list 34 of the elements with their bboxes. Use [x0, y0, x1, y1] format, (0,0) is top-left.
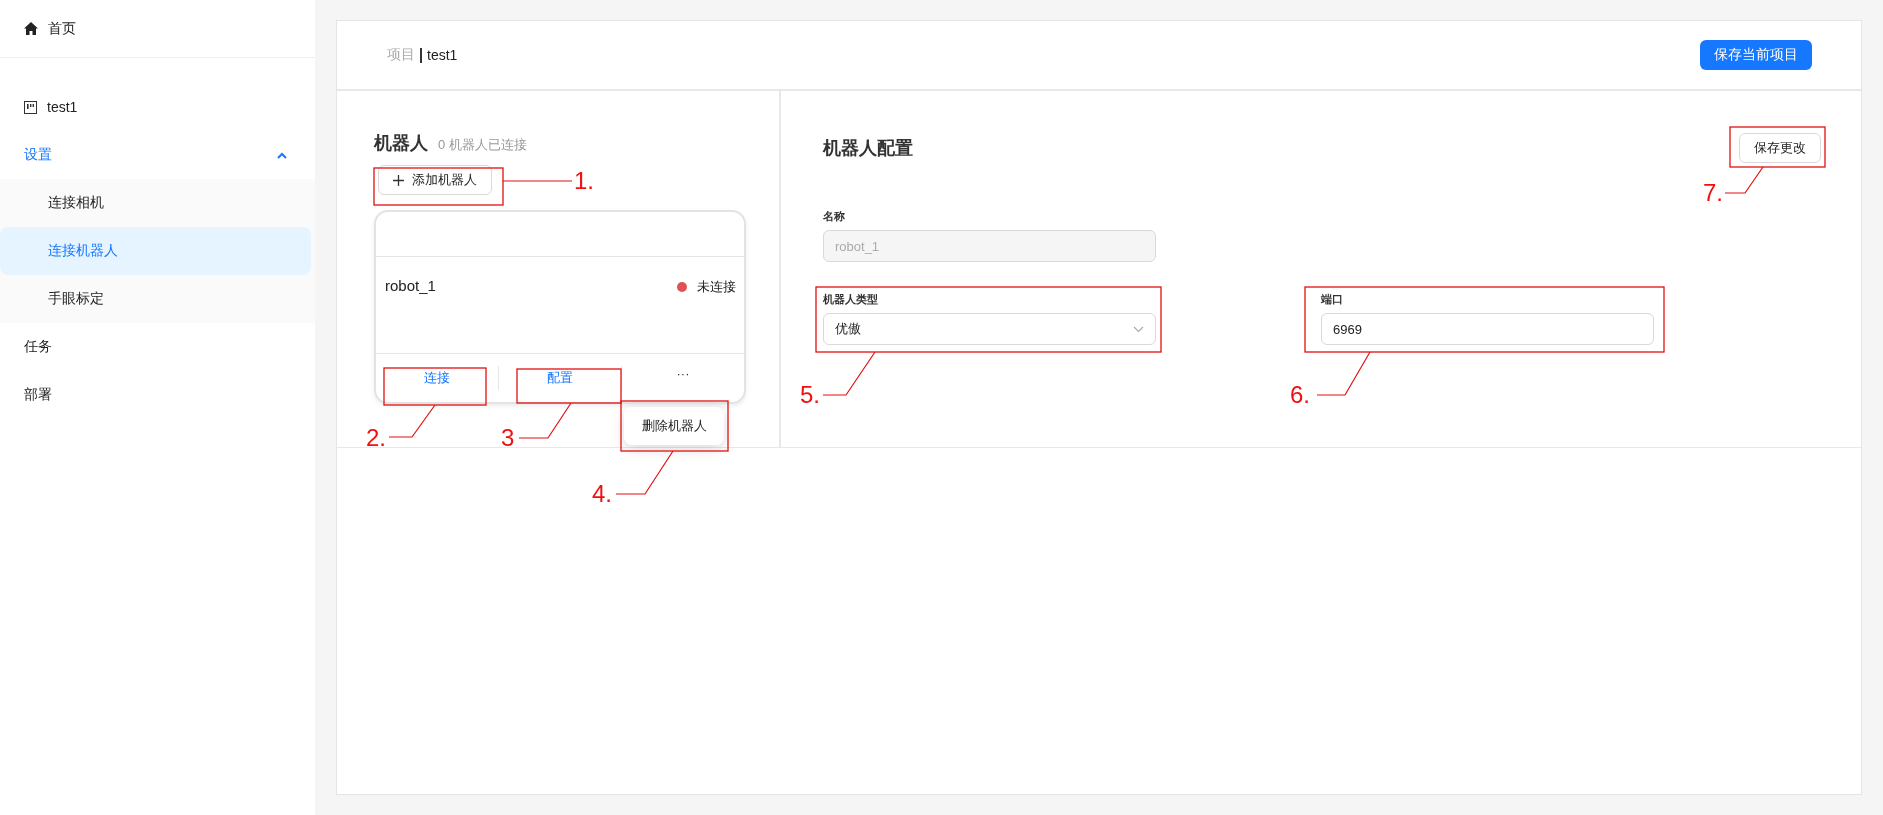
callout-number: 6. — [1290, 382, 1310, 408]
sidebar-item[interactable]: 任务 — [0, 323, 315, 371]
select-field[interactable]: 优傲 — [823, 313, 1156, 345]
callout-number: 5. — [800, 382, 820, 408]
sidebar-group[interactable]: 设置 — [0, 131, 315, 179]
text-field[interactable]: 6969 — [1321, 313, 1654, 345]
sidebar-item[interactable]: 手眼标定 — [0, 275, 311, 323]
callout-number: 7. — [1703, 180, 1723, 206]
status-text: 未连接 — [697, 278, 736, 296]
select-value: 优傲 — [835, 320, 861, 338]
connected-count: 0 机器人已连接 — [438, 136, 527, 154]
sidebar-item[interactable]: 连接相机 — [0, 179, 311, 227]
save-changes-button[interactable]: 保存更改 — [1739, 132, 1821, 163]
card-action-link[interactable]: 连接 — [376, 366, 499, 390]
card-action-link[interactable]: 配置 — [499, 366, 622, 390]
add-robot-button[interactable]: 添加机器人 — [378, 165, 492, 195]
sidebar-item[interactable]: 部署 — [0, 371, 315, 419]
callout-number: 1. — [574, 168, 594, 194]
sidebar-item[interactable]: test1 — [0, 83, 315, 131]
section-title: 机器人配置 — [823, 136, 913, 160]
callout-number: 2. — [366, 425, 386, 451]
save-project-button[interactable]: 保存当前项目 — [1700, 40, 1812, 70]
sidebar-item[interactable]: 连接机器人 — [0, 227, 311, 275]
section-title: 机器人 — [374, 132, 428, 155]
more-menu-button[interactable]: ··· — [622, 365, 744, 381]
menu-item[interactable]: 删除机器人 — [641, 417, 707, 435]
breadcrumb-current: test1 — [427, 47, 458, 63]
field-label: 名称 — [823, 209, 846, 224]
field-label: 端口 — [1321, 292, 1344, 307]
field-label: 机器人类型 — [823, 292, 879, 307]
callout-number: 3 — [501, 425, 515, 451]
group-label: 设置 — [24, 146, 52, 164]
callout-number: 4. — [592, 481, 612, 507]
robot-name: robot_1 — [385, 277, 436, 296]
